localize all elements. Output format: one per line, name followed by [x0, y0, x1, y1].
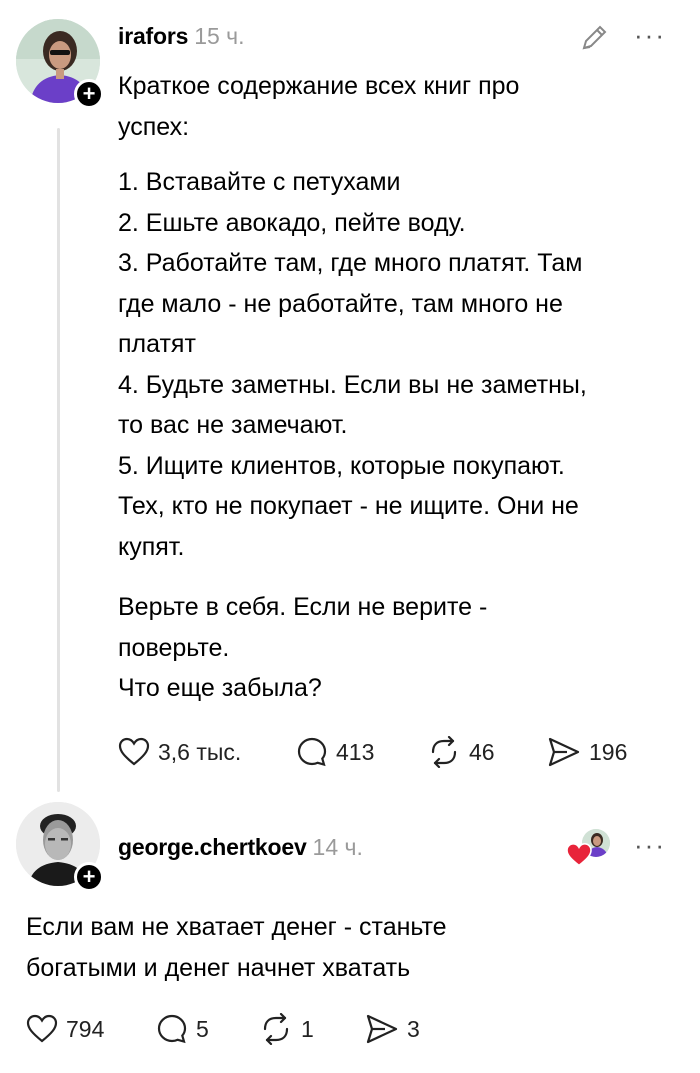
heart-icon [118, 737, 150, 766]
follow-plus-icon-reply[interactable]: + [74, 862, 104, 892]
comment-count: 413 [336, 738, 375, 765]
like-count: 3,6 тыс. [158, 738, 242, 765]
like-count-reply: 794 [66, 1015, 105, 1042]
repost-count: 46 [469, 738, 495, 765]
reply-header: george.chertkoev 14 ч. [118, 834, 363, 861]
send-icon [548, 737, 580, 767]
repost-count-reply: 1 [301, 1015, 314, 1042]
comment-bubble-icon [157, 1014, 187, 1044]
post-header: irafors 15 ч. [118, 23, 245, 50]
like-button[interactable]: 3,6 тыс. [118, 737, 296, 767]
share-count: 196 [589, 738, 628, 765]
reply-actions: 794 5 1 3 [26, 1013, 420, 1045]
post-text-outro: Верьте в себя. Если не верите - поверьте… [118, 593, 488, 702]
share-button[interactable]: 196 [547, 736, 627, 768]
post-text-intro: Краткое содержание всех книг про успех: [118, 72, 520, 141]
heart-icon [26, 1014, 58, 1043]
username[interactable]: irafors [118, 23, 188, 49]
more-horizontal-icon[interactable]: ··· [634, 20, 666, 51]
reply-text: Если вам не хватает денег - станьте бога… [26, 913, 447, 982]
repost-icon [431, 736, 457, 768]
send-icon [366, 1014, 398, 1044]
heart-icon-liked [566, 843, 592, 867]
like-button-reply[interactable]: 794 [26, 1014, 156, 1044]
comment-button-reply[interactable]: 5 [156, 1013, 259, 1045]
more-horizontal-icon-reply[interactable]: ··· [634, 830, 666, 861]
author-liked-indicator [566, 829, 612, 869]
post-actions: 3,6 тыс. 413 46 196 [118, 736, 627, 768]
pencil-icon [582, 25, 607, 50]
repost-icon [263, 1013, 289, 1045]
timestamp-reply: 14 ч. [312, 834, 363, 860]
repost-button[interactable]: 46 [427, 736, 547, 768]
comment-bubble-icon [297, 737, 327, 767]
comment-button[interactable]: 413 [296, 736, 427, 768]
timestamp: 15 ч. [194, 23, 245, 49]
edit-button[interactable] [578, 22, 610, 59]
share-button-reply[interactable]: 3 [365, 1013, 420, 1045]
post-text-list: 1. Вставайте с петухами 2. Ешьте авокадо… [118, 168, 587, 561]
comment-count-reply: 5 [196, 1015, 209, 1042]
username-reply[interactable]: george.chertkoev [118, 834, 307, 860]
thread-line [57, 128, 60, 792]
follow-plus-icon[interactable]: + [74, 79, 104, 109]
repost-button-reply[interactable]: 1 [259, 1013, 365, 1045]
share-count-reply: 3 [407, 1015, 420, 1042]
